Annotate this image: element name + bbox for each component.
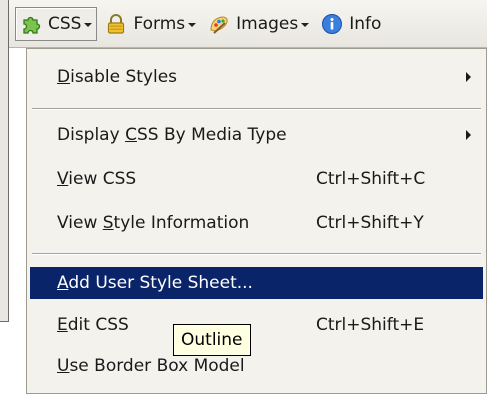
submenu-arrow-icon — [466, 130, 471, 140]
menu-item-edit-css[interactable]: Edit CSS Ctrl+Shift+E — [30, 309, 483, 341]
css-puzzle-icon — [20, 13, 42, 35]
menu-item-mnemonic: S — [102, 213, 114, 233]
menu-separator — [32, 108, 481, 110]
menu-item-mnemonic: A — [57, 273, 69, 293]
menu-item-label: View — [57, 213, 103, 233]
info-icon — [321, 13, 343, 35]
menu-item-view-css[interactable]: View CSS Ctrl+Shift+C — [30, 163, 483, 195]
menu-separator — [32, 253, 481, 255]
menu-item-shortcut: Ctrl+Shift+E — [316, 315, 425, 335]
images-menu-button[interactable]: Images — [204, 7, 313, 41]
images-menu-label: Images — [236, 13, 299, 34]
menu-item-mnemonic: U — [57, 356, 70, 376]
menu-item-label: tyle Information — [113, 213, 250, 233]
menu-item-mnemonic: D — [57, 67, 71, 87]
menu-item-shortcut: Ctrl+Shift+Y — [316, 213, 424, 233]
background-window-edge — [0, 0, 9, 322]
submenu-arrow-icon — [466, 72, 471, 82]
images-brush-icon — [208, 13, 230, 35]
menu-item-view-style-information[interactable]: View Style Information Ctrl+Shift+Y — [30, 207, 483, 239]
web-developer-toolbar: CSS Forms Images Info — [9, 0, 487, 48]
menu-item-shortcut: Ctrl+Shift+C — [316, 169, 426, 189]
menu-item-label: Display — [57, 125, 126, 145]
tooltip-outline: Outline — [173, 324, 251, 356]
menu-item-label: dit CSS — [67, 315, 129, 335]
forms-menu-button[interactable]: Forms — [101, 7, 200, 41]
css-dropdown-menu: Disable Styles Display CSS By Media Type… — [26, 48, 487, 394]
forms-lock-icon — [105, 13, 127, 35]
menu-item-mnemonic: E — [57, 315, 68, 335]
menu-item-label: SS By Media Type — [136, 125, 287, 145]
menu-item-label: iew CSS — [68, 169, 137, 189]
menu-item-display-css-by-media-type[interactable]: Display CSS By Media Type — [30, 119, 483, 151]
info-menu-label: Info — [349, 13, 382, 34]
screen: CSS Forms Images Info Disable Styles Dis… — [0, 0, 487, 394]
css-menu-button[interactable]: CSS — [15, 6, 98, 41]
chevron-down-icon — [188, 22, 197, 27]
forms-menu-label: Forms — [133, 13, 186, 34]
menu-item-mnemonic: C — [125, 125, 137, 145]
css-menu-label: CSS — [48, 13, 82, 34]
menu-item-label: dd User Style Sheet... — [68, 273, 253, 293]
menu-item-add-user-style-sheet[interactable]: Add User Style Sheet... — [30, 267, 483, 299]
menu-item-disable-styles[interactable]: Disable Styles — [30, 61, 483, 93]
menu-item-use-border-box-model[interactable]: Use Border Box Model — [30, 350, 483, 382]
menu-item-mnemonic: V — [57, 169, 69, 189]
chevron-down-icon — [84, 22, 93, 27]
info-menu-button[interactable]: Info — [317, 7, 385, 41]
menu-item-label: se Border Box Model — [69, 356, 245, 376]
menu-item-label: isable Styles — [70, 67, 178, 87]
chevron-down-icon — [301, 22, 310, 27]
